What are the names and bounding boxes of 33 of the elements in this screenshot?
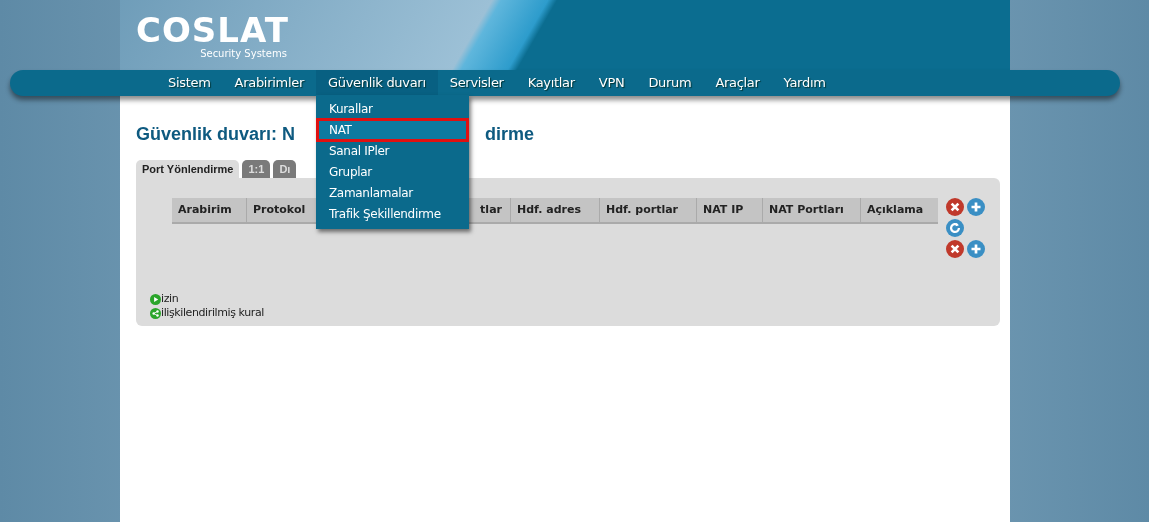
nav-menu-item[interactable]: Servisler	[437, 70, 516, 96]
column-header: Hdf. adres	[511, 198, 600, 222]
tab[interactable]: Port Yönlendirme	[136, 160, 240, 178]
nav-menu-item[interactable]: Araçlar	[703, 70, 772, 96]
tab[interactable]: 1:1	[242, 160, 271, 178]
column-header: NAT Portları	[763, 198, 861, 222]
delete-icon[interactable]	[946, 198, 964, 216]
page-title: dirme	[485, 123, 535, 145]
column-header: Açıklama	[866, 202, 925, 218]
menu-item[interactable]: Kurallar	[315, 97, 469, 121]
legend-label: ilişkilendirilmiş kural	[161, 306, 264, 320]
add-icon[interactable]	[967, 198, 985, 216]
column-header: Hdf. portlar	[600, 198, 697, 222]
nav-menu-item[interactable]: Yardım	[771, 70, 838, 96]
page-title: Güvenlik duvarı: N	[136, 123, 296, 145]
add-icon[interactable]	[967, 240, 985, 258]
column-header: Arabirim	[172, 198, 247, 222]
play-icon	[150, 293, 161, 305]
nav-menu-item[interactable]: Durum	[636, 70, 704, 96]
menu-item[interactable]: Sanal IPler	[315, 139, 469, 163]
menu-item[interactable]: NAT	[315, 118, 469, 142]
delete-icon[interactable]	[946, 240, 964, 258]
menu-item[interactable]: Gruplar	[315, 160, 469, 184]
nav-menu-item[interactable]: Arabirimler	[222, 70, 316, 96]
nav-menu-item[interactable]: Kayıtlar	[515, 70, 587, 96]
refresh-icon[interactable]	[946, 219, 964, 237]
column-header: NAT IP	[697, 198, 763, 222]
nav-menu-item[interactable]: VPN	[586, 70, 637, 96]
share-icon	[150, 307, 161, 319]
tab[interactable]: Dı	[273, 160, 297, 178]
nav-menu-item[interactable]: Sistem	[156, 70, 223, 96]
legend-label: izin	[161, 292, 179, 306]
nav-menu-item[interactable]: Güvenlik duvarı	[315, 70, 438, 96]
